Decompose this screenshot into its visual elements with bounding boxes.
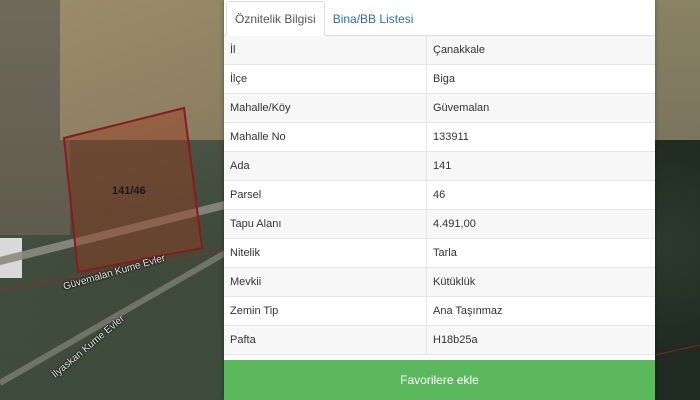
attr-value: Tarla: [426, 238, 655, 268]
attr-value: Çanakkale: [426, 36, 655, 65]
attr-key: Parsel: [224, 180, 427, 210]
attr-value: Biga: [426, 64, 655, 94]
tab-building-list[interactable]: Bina/BB Listesi: [325, 2, 422, 35]
attr-value: Ana Taşınmaz: [426, 296, 655, 326]
attr-key: Tapu Alanı: [224, 209, 427, 239]
add-to-favorites-button[interactable]: Favorilere ekle: [224, 360, 655, 400]
table-row: Tapu Alanı 4.491,00: [224, 209, 655, 239]
table-row: Zemin Tip Ana Taşınmaz: [224, 296, 655, 326]
map-trees: [655, 140, 700, 400]
attr-key: Nitelik: [224, 238, 427, 268]
attr-value: 141: [426, 151, 655, 181]
attr-key: Mevkii: [224, 267, 427, 297]
table-row: Ada 141: [224, 151, 655, 181]
table-row: Mahalle/Köy Güvemalan: [224, 93, 655, 123]
table-row: İlçe Biga: [224, 64, 655, 94]
attr-value: 133911: [426, 122, 655, 152]
attr-key: Mahalle/Köy: [224, 93, 427, 123]
attr-key: Mahalle No: [224, 122, 427, 152]
attribute-table: İl Çanakkale İlçe Biga Mahalle/Köy Güvemala…: [224, 36, 655, 355]
map-field: [60, 0, 225, 140]
attr-value: 46: [426, 180, 655, 210]
attr-key: Pafta: [224, 325, 427, 355]
tab-attribute-info[interactable]: Öznitelik Bilgisi: [226, 1, 325, 36]
table-row: Parsel 46: [224, 180, 655, 210]
attr-value: Güvemalan: [426, 93, 655, 123]
attr-key: İlçe: [224, 64, 427, 94]
table-row: Mevkii Kütüklük: [224, 267, 655, 297]
attr-value: Kütüklük: [426, 267, 655, 297]
table-row: Nitelik Tarla: [224, 238, 655, 268]
attr-key: Ada: [224, 151, 427, 181]
table-row: Mahalle No 133911: [224, 122, 655, 152]
parcel-number-label: 141/46: [112, 185, 146, 197]
attr-value: 4.491,00: [426, 209, 655, 239]
table-row: Pafta H18b25a: [224, 325, 655, 355]
attr-key: İl: [224, 36, 427, 65]
panel-tabs: Öznitelik Bilgisi Bina/BB Listesi: [224, 0, 655, 36]
map-field: [655, 0, 700, 150]
attr-value: H18b25a: [426, 325, 655, 355]
attr-key: Zemin Tip: [224, 296, 427, 326]
attribute-panel: Öznitelik Bilgisi Bina/BB Listesi İl Çana…: [224, 0, 655, 400]
road-label: Güvemalan Kume Evler: [62, 252, 167, 293]
table-row: İl Çanakkale: [224, 36, 655, 65]
